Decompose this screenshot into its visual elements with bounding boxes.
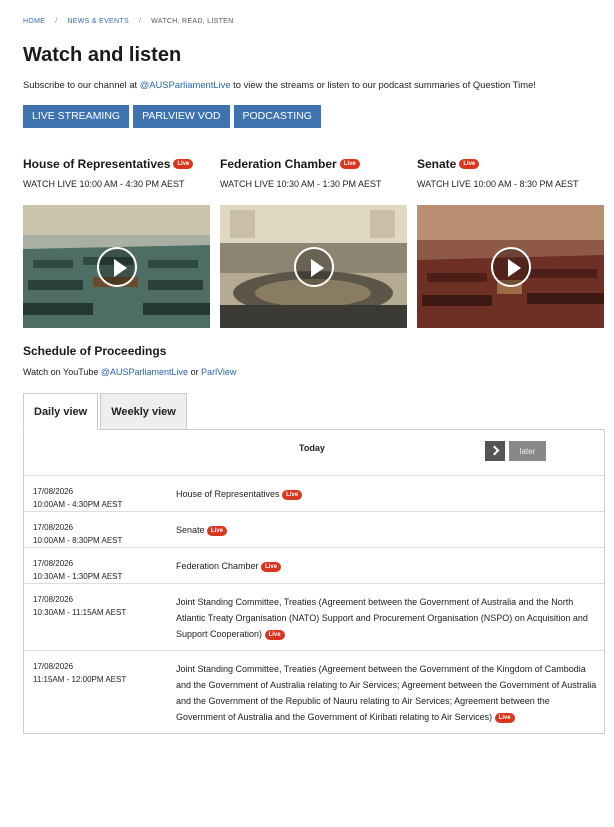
intro-before: Subscribe to our channel at	[23, 79, 140, 90]
podcasting-button[interactable]: PODCASTING	[233, 105, 321, 128]
breadcrumb: HOME / NEWS & EVENTS / WATCH, READ, LIST…	[23, 15, 614, 27]
live-streams: House of Representatives Live WATCH LIVE…	[23, 156, 614, 328]
schedule-description: House of Representatives Live	[176, 476, 604, 511]
schedule-date: 17/08/2026	[33, 595, 74, 604]
schedule-desc-text: Joint Standing Committee, Treaties (Agre…	[176, 664, 597, 722]
schedule-desc-text: Joint Standing Committee, Treaties (Agre…	[176, 597, 588, 639]
live-badge: Live	[264, 629, 285, 640]
schedule-desc-text: House of Representatives	[176, 489, 280, 499]
page: HOME / NEWS & EVENTS / WATCH, READ, LIST…	[0, 15, 614, 734]
schedule-datetime: 17/08/2026 11:15AM - 12:00PM AEST	[24, 651, 176, 733]
or-text: or	[188, 367, 202, 377]
parlview-vod-button[interactable]: PARLVIEW VOD	[133, 105, 230, 128]
schedule-row: 17/08/2026 11:15AM - 12:00PM AEST Joint …	[24, 651, 604, 733]
stream-title: Federation Chamber Live	[220, 156, 407, 172]
schedule-time: 10:30AM - 11:15AM AEST	[33, 608, 127, 617]
stream-house: House of Representatives Live WATCH LIVE…	[23, 156, 210, 328]
channel-link[interactable]: @AUSParliamentLive	[140, 79, 231, 90]
parlview-link[interactable]: ParlView	[201, 367, 236, 377]
stream-title: Senate Live	[417, 156, 604, 172]
schedule-tabs: Daily view Weekly view	[23, 393, 614, 430]
live-badge: Live	[339, 159, 360, 169]
schedule-header: Today later	[24, 430, 604, 476]
schedule-datetime: 17/08/2026 10:30AM - 1:30PM AEST	[24, 548, 176, 583]
schedule-row: 17/08/2026 10:30AM - 1:30PM AEST Federat…	[24, 548, 604, 584]
breadcrumb-news-link[interactable]: NEWS & EVENTS	[67, 18, 128, 25]
stream-time: WATCH LIVE 10:00 AM - 4:30 PM AEST	[23, 179, 185, 189]
schedule-row: 17/08/2026 10:30AM - 11:15AM AEST Joint …	[24, 584, 604, 651]
watch-prefix: Watch on YouTube	[23, 367, 101, 377]
schedule-description: Senate Live	[176, 512, 604, 547]
stream-senate: Senate Live WATCH LIVE 10:00 AM - 8:30 P…	[417, 156, 604, 328]
tab-weekly-view[interactable]: Weekly view	[100, 393, 187, 430]
schedule-datetime: 17/08/2026 10:00AM - 4:30PM AEST	[24, 476, 176, 511]
stream-title-text: Federation Chamber	[220, 157, 337, 171]
live-streaming-button[interactable]: LIVE STREAMING	[23, 105, 130, 128]
intro-text: Subscribe to our channel at @AUSParliame…	[23, 79, 614, 90]
schedule-datetime: 17/08/2026 10:30AM - 11:15AM AEST	[24, 584, 176, 650]
schedule-date: 17/08/2026	[33, 662, 74, 671]
chevron-right-icon[interactable]	[485, 441, 505, 461]
schedule-time: 10:30AM - 1:30PM AEST	[33, 572, 123, 581]
stream-title-text: House of Representatives	[23, 157, 171, 171]
tab-daily-view[interactable]: Daily view	[23, 393, 99, 430]
live-badge: Live	[282, 489, 303, 500]
schedule-time: 10:00AM - 4:30PM AEST	[33, 500, 123, 509]
intro-after: to view the streams or listen to our pod…	[230, 79, 536, 90]
schedule-description: Joint Standing Committee, Treaties (Agre…	[176, 584, 604, 650]
schedule-watch-text: Watch on YouTube @AUSParliamentLive or P…	[23, 367, 614, 379]
schedule-desc-text: Senate	[176, 525, 205, 535]
breadcrumb-separator: /	[55, 17, 58, 25]
schedule-desc-text: Federation Chamber	[176, 561, 259, 571]
schedule-description: Joint Standing Committee, Treaties (Agre…	[176, 651, 604, 733]
stream-time: WATCH LIVE 10:30 AM - 1:30 PM AEST	[220, 179, 382, 189]
live-badge: Live	[494, 712, 515, 723]
play-icon[interactable]	[96, 246, 137, 287]
schedule-date: 17/08/2026	[33, 523, 74, 532]
schedule-title: Schedule of Proceedings	[23, 344, 167, 358]
stream-thumbnail-senate[interactable]	[417, 205, 604, 328]
stream-thumbnail-federation[interactable]	[220, 205, 407, 328]
stream-title-text: Senate	[417, 157, 457, 171]
breadcrumb-home-link[interactable]: HOME	[23, 18, 45, 25]
breadcrumb-current: WATCH, READ, LISTEN	[151, 17, 234, 25]
schedule-row: 17/08/2026 10:00AM - 8:30PM AEST Senate …	[24, 512, 604, 548]
live-badge: Live	[173, 159, 194, 169]
schedule-row: 17/08/2026 10:00AM - 4:30PM AEST House o…	[24, 476, 604, 512]
schedule-date: 17/08/2026	[33, 559, 74, 568]
day-label: Today	[299, 443, 325, 453]
live-badge: Live	[207, 525, 228, 536]
live-badge: Live	[459, 159, 480, 169]
later-button[interactable]: later	[509, 441, 546, 461]
schedule-datetime: 17/08/2026 10:00AM - 8:30PM AEST	[24, 512, 176, 547]
schedule-date: 17/08/2026	[33, 487, 74, 496]
play-icon[interactable]	[490, 246, 531, 287]
stream-time: WATCH LIVE 10:00 AM - 8:30 PM AEST	[417, 179, 579, 189]
play-icon[interactable]	[293, 246, 334, 287]
stream-federation: Federation Chamber Live WATCH LIVE 10:30…	[220, 156, 407, 328]
stream-thumbnail-house[interactable]	[23, 205, 210, 328]
schedule-description: Federation Chamber Live	[176, 548, 604, 583]
breadcrumb-separator: /	[138, 17, 142, 25]
youtube-link[interactable]: @AUSParliamentLive	[101, 367, 188, 377]
stream-title: House of Representatives Live	[23, 156, 210, 172]
live-badge: Live	[261, 561, 282, 572]
media-buttons: LIVE STREAMING PARLVIEW VOD PODCASTING	[23, 105, 614, 128]
schedule-time: 10:00AM - 8:30PM AEST	[33, 536, 123, 545]
schedule-time: 11:15AM - 12:00PM AEST	[33, 675, 127, 684]
schedule-panel: Today later 17/08/2026 10:00AM - 4:30PM …	[23, 429, 605, 734]
page-title: Watch and listen	[23, 44, 182, 66]
